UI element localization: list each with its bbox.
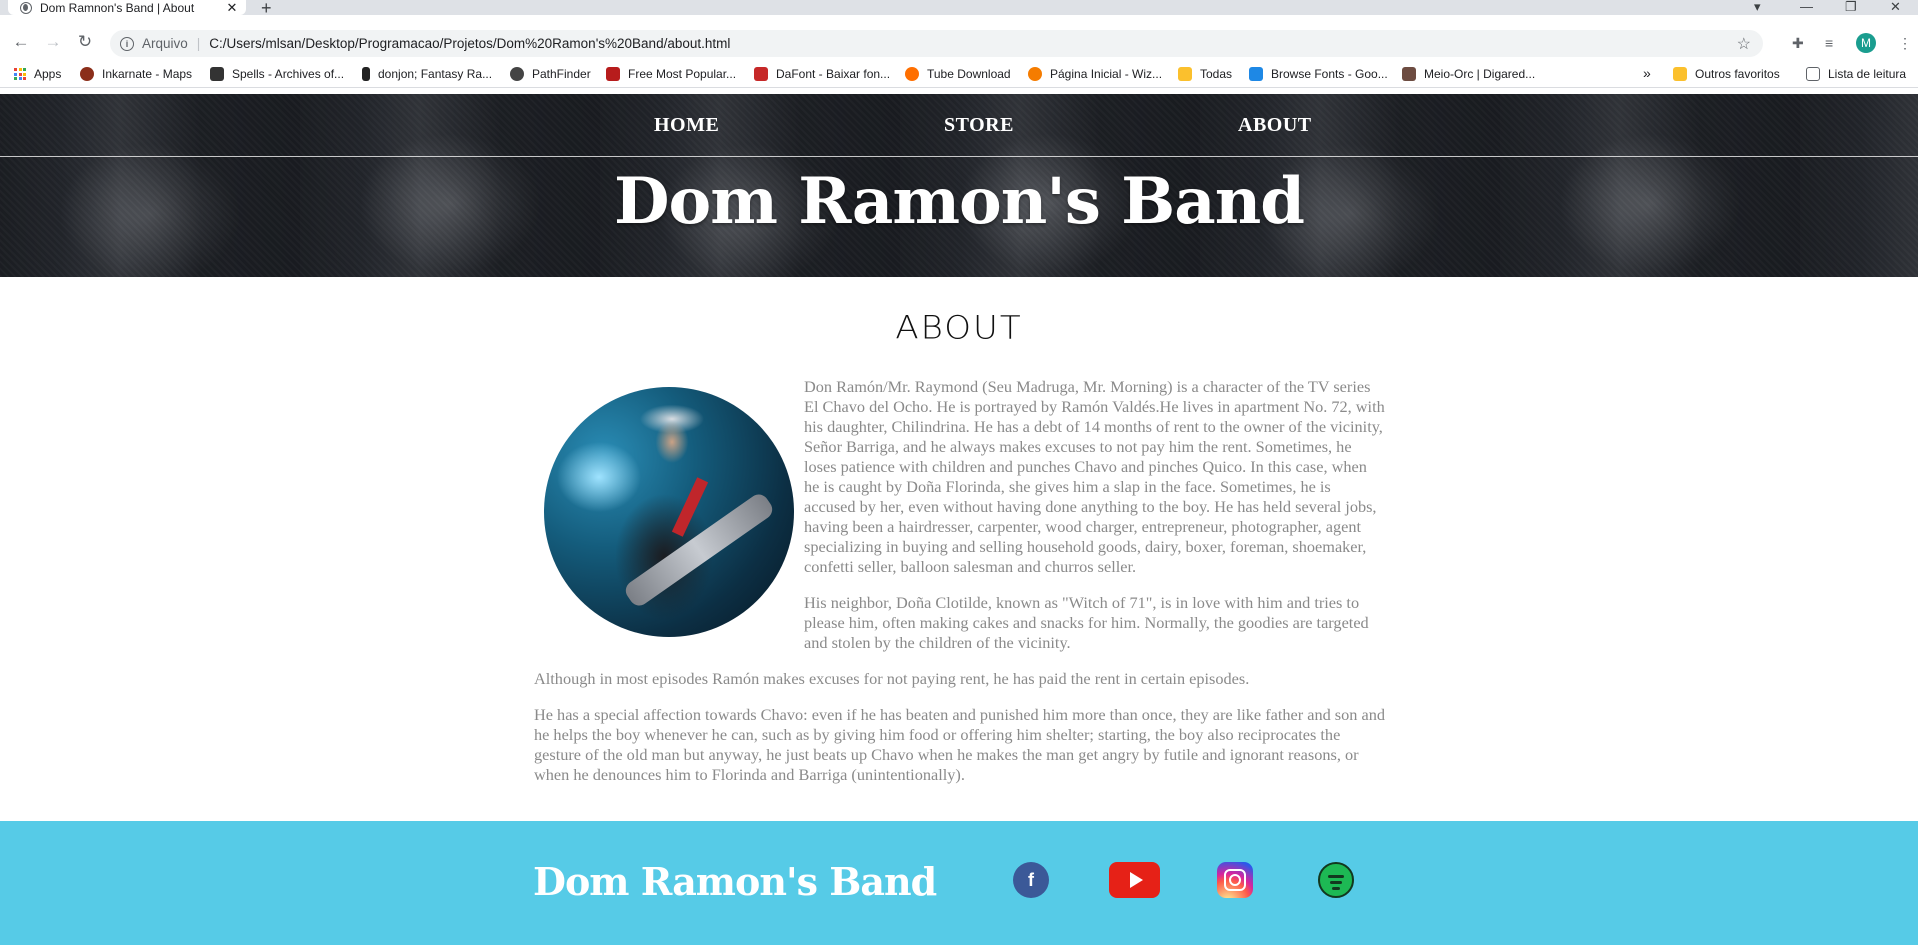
bookmark-outros-favoritos[interactable]: Outros favoritos	[1673, 67, 1780, 81]
bookmark-spells[interactable]: Spells - Archives of...	[210, 67, 344, 81]
bookmark-todas[interactable]: Todas	[1178, 67, 1232, 81]
nav-home-link[interactable]: HOME	[654, 114, 719, 137]
spotify-wave	[1330, 881, 1342, 884]
bookmark-free-most-popular[interactable]: Free Most Popular...	[606, 67, 736, 81]
address-url[interactable]: C:/Users/mlsan/Desktop/Programacao/Proje…	[209, 36, 730, 51]
folder-icon	[1178, 67, 1192, 81]
spells-icon	[210, 67, 224, 81]
youtube-icon[interactable]	[1109, 862, 1160, 898]
extensions-icon[interactable]: ✚	[1792, 35, 1804, 52]
reading-list-button[interactable]: Lista de leitura	[1806, 67, 1906, 81]
reload-icon[interactable]: ↻	[74, 31, 96, 53]
facebook-icon[interactable]: f	[1013, 862, 1049, 898]
bookmark-label: Free Most Popular...	[628, 67, 737, 81]
band-title: Dom Ramon's Band	[614, 164, 1305, 239]
browser-tab[interactable]: Dom Ramnon's Band | About ✕	[8, 0, 246, 15]
spotify-icon[interactable]	[1318, 862, 1354, 898]
info-icon[interactable]: i	[120, 36, 134, 51]
tube-download-icon	[905, 67, 919, 81]
bookmark-apps[interactable]: Apps	[14, 67, 61, 81]
globe-icon	[20, 1, 32, 14]
bookmark-label: Todas	[1200, 67, 1233, 81]
bookmark-label: Browse Fonts - Goo...	[1271, 67, 1388, 81]
bookmark-label: Spells - Archives of...	[232, 67, 345, 81]
address-scheme: Arquivo	[142, 36, 188, 51]
media-control-icon[interactable]: ≡	[1825, 35, 1833, 51]
bookmark-star-icon[interactable]: ☆	[1737, 34, 1751, 54]
bookmark-pathfinder[interactable]: PathFinder	[510, 67, 591, 81]
wizard-icon	[1028, 67, 1042, 81]
footer: Dom Ramon's Band f	[0, 821, 1918, 945]
about-paragraph: Although in most episodes Ramón makes ex…	[534, 669, 1250, 688]
hero-header: HOME STORE ABOUT Dom Ramon's Band	[0, 94, 1918, 277]
more-bookmarks-button[interactable]: »	[1643, 65, 1651, 81]
bookmark-label: Tube Download	[927, 67, 1011, 81]
profile-avatar[interactable]: M	[1856, 33, 1876, 53]
spotify-wave	[1332, 887, 1340, 890]
bookmark-dafont[interactable]: DaFont - Baixar fon...	[754, 67, 890, 81]
bookmarks-bar: Apps Inkarnate - Maps Spells - Archives …	[0, 61, 1918, 88]
pd-icon	[606, 67, 620, 81]
bookmark-inkarnate[interactable]: Inkarnate - Maps	[80, 67, 192, 81]
google-fonts-icon	[1249, 67, 1263, 81]
apps-grid-icon	[14, 68, 26, 80]
footer-logo[interactable]: Dom Ramon's Band	[533, 859, 937, 904]
bookmark-meio-orc[interactable]: Meio-Orc | Digared...	[1402, 67, 1535, 81]
bookmark-pagina-inicial[interactable]: Página Inicial - Wiz...	[1028, 67, 1162, 81]
guitar	[621, 490, 777, 610]
page-title: ABOUT	[895, 309, 1023, 347]
restore-icon[interactable]: ❐	[1845, 0, 1857, 15]
bookmark-label: donjon; Fantasy Ra...	[378, 67, 493, 81]
bookmark-label: Inkarnate - Maps	[102, 67, 193, 81]
bookmark-label: Meio-Orc | Digared...	[1424, 67, 1536, 81]
about-content: Don Ramón/Mr. Raymond (Seu Madruga, Mr. …	[534, 377, 1386, 801]
spotify-wave	[1328, 875, 1344, 878]
bookmark-label: Lista de leitura	[1828, 67, 1907, 81]
pathfinder-icon	[510, 67, 524, 81]
meio-orc-icon	[1402, 67, 1416, 81]
close-window-icon[interactable]: ✕	[1890, 0, 1901, 15]
inkarnate-icon	[80, 67, 94, 81]
address-bar[interactable]: i Arquivo | C:/Users/mlsan/Desktop/Progr…	[110, 30, 1763, 57]
nav-store-link[interactable]: STORE	[944, 114, 1014, 137]
instagram-icon[interactable]	[1217, 862, 1253, 898]
guitar-strap	[671, 477, 709, 537]
bookmark-label: Página Inicial - Wiz...	[1050, 67, 1163, 81]
back-arrow-icon[interactable]: ←	[10, 31, 32, 53]
browser-tab-strip: Dom Ramnon's Band | About ✕ + ▾ — ❐ ✕	[0, 0, 1918, 18]
tab-close-button[interactable]: ✕	[224, 0, 240, 16]
dafont-icon	[754, 67, 768, 81]
bookmark-donjon[interactable]: donjon; Fantasy Ra...	[362, 67, 492, 81]
tab-title: Dom Ramnon's Band | About	[40, 0, 195, 15]
main-nav: HOME STORE ABOUT	[0, 94, 1918, 157]
donjon-icon	[362, 67, 370, 81]
bookmark-label: PathFinder	[532, 67, 591, 81]
nav-about-link[interactable]: ABOUT	[1238, 114, 1312, 137]
tab-search-icon[interactable]: ▾	[1754, 0, 1761, 15]
bookmark-label: Outros favoritos	[1695, 67, 1780, 81]
bookmark-browse-fonts[interactable]: Browse Fonts - Goo...	[1249, 67, 1388, 81]
minimize-icon[interactable]: —	[1800, 0, 1813, 14]
reading-list-icon	[1806, 67, 1820, 81]
about-paragraph: He has a special affection towards Chavo…	[534, 705, 1385, 784]
menu-icon[interactable]: ⋮	[1898, 35, 1912, 52]
folder-icon	[1673, 67, 1687, 81]
bookmark-label: DaFont - Baixar fon...	[776, 67, 891, 81]
address-separator: |	[196, 36, 201, 51]
bookmark-tube-download[interactable]: Tube Download	[905, 67, 1011, 81]
bookmark-label: Apps	[34, 67, 62, 81]
don-ramon-photo	[544, 387, 794, 637]
forward-arrow-icon[interactable]: →	[42, 31, 64, 53]
